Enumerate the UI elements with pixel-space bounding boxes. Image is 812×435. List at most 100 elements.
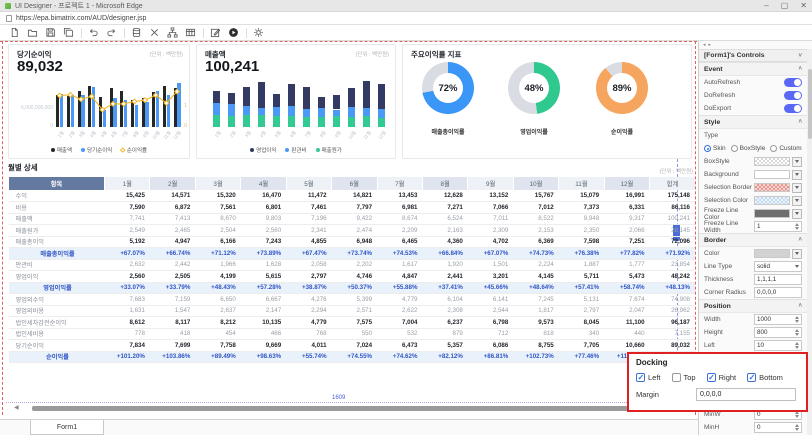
- table-row[interactable]: 영업외수익7,6837,1596,6506,6674,2765,3994,779…: [9, 294, 696, 306]
- panel-scroll-thumb[interactable]: [808, 69, 812, 139]
- column-header[interactable]: 12월: [604, 177, 649, 190]
- color-swatch[interactable]: [754, 170, 790, 179]
- column-header[interactable]: 2월: [150, 177, 195, 190]
- docking-checkbox-left[interactable]: Left: [636, 373, 661, 382]
- value-input[interactable]: [757, 276, 799, 283]
- panel-collapse-right-icon[interactable]: ▸: [709, 42, 712, 48]
- swatch-dropdown-button[interactable]: [792, 170, 802, 180]
- save-button[interactable]: [43, 26, 58, 39]
- toggle-autorefresh[interactable]: [784, 78, 802, 87]
- toggle-dorefresh[interactable]: [784, 91, 802, 100]
- spinner-buttons[interactable]: [795, 329, 799, 336]
- table-row[interactable]: 판관비2,6322,4421,9661,6282,0582,2021,6171,…: [9, 259, 696, 271]
- database-button[interactable]: [129, 26, 144, 39]
- table-row[interactable]: 비용7,5906,8727,5616,8017,4617,7976,9817,2…: [9, 202, 696, 214]
- spinner-buttons[interactable]: [795, 424, 799, 431]
- table-row[interactable]: 당기순이익7,8347,6997,7589,6694,0117,0246,473…: [9, 340, 696, 352]
- scroll-left-arrow-icon[interactable]: ◀: [14, 405, 19, 412]
- section-border[interactable]: Border˄: [699, 233, 807, 247]
- revenue-chart-card[interactable]: 매출액 (단위 : 백만원) 100,241 1월2월3월4월5월6월7월8월9…: [196, 44, 396, 159]
- net-income-chart-card[interactable]: 당기순이익 (단위 : 백만원) 89,032 6,000,000,000 0 …: [8, 44, 190, 159]
- value-input[interactable]: [757, 342, 794, 349]
- docking-checkbox-bottom[interactable]: Bottom: [747, 373, 783, 382]
- design-canvas[interactable]: 1609 당기순이익 (단위 : 백만원) 89,032 6,000,000,0…: [0, 41, 698, 435]
- spinner-buttons[interactable]: [795, 223, 799, 230]
- color-swatch[interactable]: [754, 249, 790, 258]
- undo-button[interactable]: [86, 26, 101, 39]
- run-button[interactable]: [226, 26, 241, 39]
- column-header-item[interactable]: 항목: [9, 177, 105, 190]
- column-header[interactable]: 합계: [650, 177, 695, 190]
- color-swatch[interactable]: [754, 196, 790, 205]
- color-swatch[interactable]: [754, 183, 790, 192]
- save-all-button[interactable]: [61, 26, 76, 39]
- value-input[interactable]: [757, 316, 794, 323]
- horizontal-scrollbar[interactable]: ◀: [6, 405, 695, 412]
- column-header[interactable]: 5월: [286, 177, 331, 190]
- column-header[interactable]: 10월: [513, 177, 558, 190]
- table-row[interactable]: 영업외비용1,6311,5472,6372,1472,2942,5712,622…: [9, 305, 696, 317]
- table-row[interactable]: 법인세차감전순이익8,6128,1178,21210,1354,7797,575…: [9, 317, 696, 329]
- panel-collapse-left-icon[interactable]: ◂: [703, 42, 706, 48]
- value-input[interactable]: [757, 424, 794, 431]
- section-position[interactable]: Position˄: [699, 299, 807, 313]
- settings-button[interactable]: [251, 26, 266, 39]
- margin-input[interactable]: [696, 388, 796, 401]
- section-style[interactable]: Style˄: [699, 115, 807, 129]
- profit-indicators-card[interactable]: 주요이익률 지표 72%매출총이익률48%영업이익률89%순이익률: [402, 44, 692, 159]
- maximize-button[interactable]: ▢: [781, 1, 789, 11]
- value-input[interactable]: [757, 289, 799, 296]
- table-row[interactable]: 영업이익률+33.07%+33.79%+48.43%+57.28%+38.87%…: [9, 282, 696, 294]
- table-button[interactable]: [183, 26, 198, 39]
- value-input[interactable]: [757, 329, 794, 336]
- color-swatch[interactable]: [754, 209, 790, 218]
- swatch-dropdown-button[interactable]: [792, 196, 802, 206]
- toggle-doexport[interactable]: [784, 104, 802, 113]
- swatch-dropdown-button[interactable]: [792, 183, 802, 193]
- column-header[interactable]: 11월: [559, 177, 604, 190]
- column-header[interactable]: 1월: [105, 177, 150, 190]
- column-header[interactable]: 9월: [468, 177, 513, 190]
- radio-custom[interactable]: Custom: [770, 145, 801, 152]
- new-document-button[interactable]: [7, 26, 22, 39]
- url-text[interactable]: https://epa.bimatrix.com/AUD/designer.js…: [16, 15, 146, 22]
- column-header[interactable]: 3월: [195, 177, 240, 190]
- radio-skin[interactable]: Skin: [704, 145, 726, 152]
- panel-header[interactable]: [Form1]'s Controls ˅: [699, 49, 807, 62]
- table-row[interactable]: 매출액7,7417,4138,6709,8037,1969,4228,6746,…: [9, 213, 696, 225]
- select-value[interactable]: solid: [757, 263, 795, 270]
- swatch-dropdown-button[interactable]: [792, 157, 802, 167]
- redo-button[interactable]: [104, 26, 119, 39]
- table-row[interactable]: 매출원가2,5492,4652,5042,5602,3412,4742,2092…: [9, 225, 696, 237]
- color-swatch[interactable]: [754, 157, 790, 166]
- column-header[interactable]: 7월: [377, 177, 422, 190]
- horizontal-scroll-thumb[interactable]: [32, 406, 693, 411]
- value-input[interactable]: [757, 411, 794, 418]
- column-header[interactable]: 6월: [332, 177, 377, 190]
- table-row[interactable]: 매출총이익률+67.07%+66.74%+71.12%+73.89%+67.47…: [9, 248, 696, 260]
- tab-form1[interactable]: Form1: [30, 420, 104, 435]
- value-input[interactable]: [757, 223, 794, 230]
- radio-boxstyle[interactable]: BoxStyle: [731, 145, 766, 152]
- open-folder-button[interactable]: [25, 26, 40, 39]
- column-header[interactable]: 8월: [422, 177, 467, 190]
- table-row[interactable]: 영업이익2,5602,5054,1995,6152,7974,7464,8472…: [9, 271, 696, 283]
- close-button[interactable]: ✕: [800, 1, 807, 11]
- section-event[interactable]: Event˄: [699, 62, 807, 76]
- table-row[interactable]: 순이익률+101.20%+103.86%+89.49%+98.63%+55.74…: [9, 351, 696, 363]
- spinner-buttons[interactable]: [795, 342, 799, 349]
- table-row[interactable]: 매출총이익5,1924,9476,1667,2434,8556,9486,465…: [9, 236, 696, 248]
- spinner-buttons[interactable]: [795, 316, 799, 323]
- edit-button[interactable]: [208, 26, 223, 39]
- sitemap-button[interactable]: [165, 26, 180, 39]
- minimize-button[interactable]: –: [764, 1, 768, 11]
- swatch-dropdown-button[interactable]: [792, 209, 802, 219]
- tools-button[interactable]: [147, 26, 162, 39]
- table-row[interactable]: 법인세비용77841845446676855053287971281834044…: [9, 328, 696, 340]
- monthly-detail-table[interactable]: 항목1월2월3월4월5월6월7월8월9월10월11월12월합계수익15,4251…: [8, 177, 695, 363]
- docking-checkbox-top[interactable]: Top: [672, 373, 696, 382]
- column-header[interactable]: 4월: [241, 177, 286, 190]
- docking-checkbox-right[interactable]: Right: [707, 373, 737, 382]
- swatch-dropdown-button[interactable]: [792, 249, 802, 259]
- spinner-buttons[interactable]: [795, 411, 799, 418]
